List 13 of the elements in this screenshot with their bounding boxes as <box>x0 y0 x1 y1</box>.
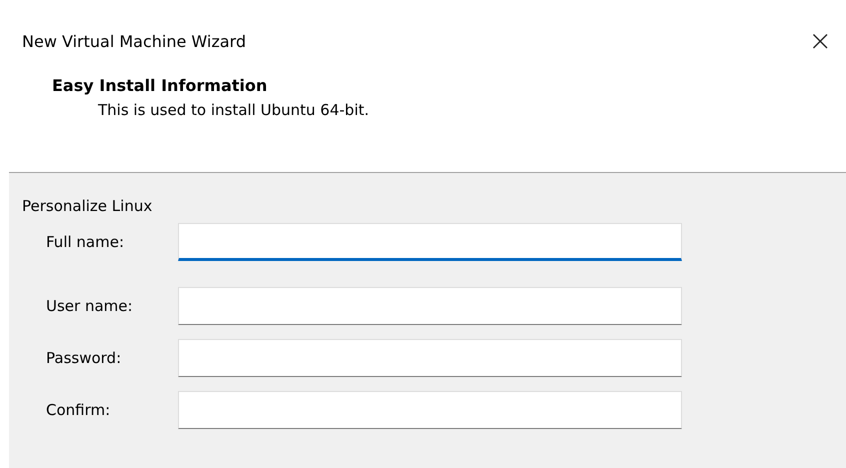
field-label: Full name: <box>45 233 126 251</box>
page-heading: Easy Install Information <box>52 76 268 95</box>
input-field[interactable] <box>178 223 682 261</box>
field-label: Confirm: <box>45 401 112 419</box>
window-title: New Virtual Machine Wizard <box>22 32 246 50</box>
input-field[interactable] <box>178 391 682 429</box>
input-field[interactable] <box>178 287 682 325</box>
field-label: Password: <box>45 349 122 367</box>
field-label: User name: <box>45 297 134 315</box>
section-title: Personalize Linux <box>22 197 154 215</box>
input-field[interactable] <box>178 339 682 377</box>
page-description: This is used to install Ubuntu 64-bit. <box>98 101 370 119</box>
close-button[interactable]: × <box>802 27 838 55</box>
